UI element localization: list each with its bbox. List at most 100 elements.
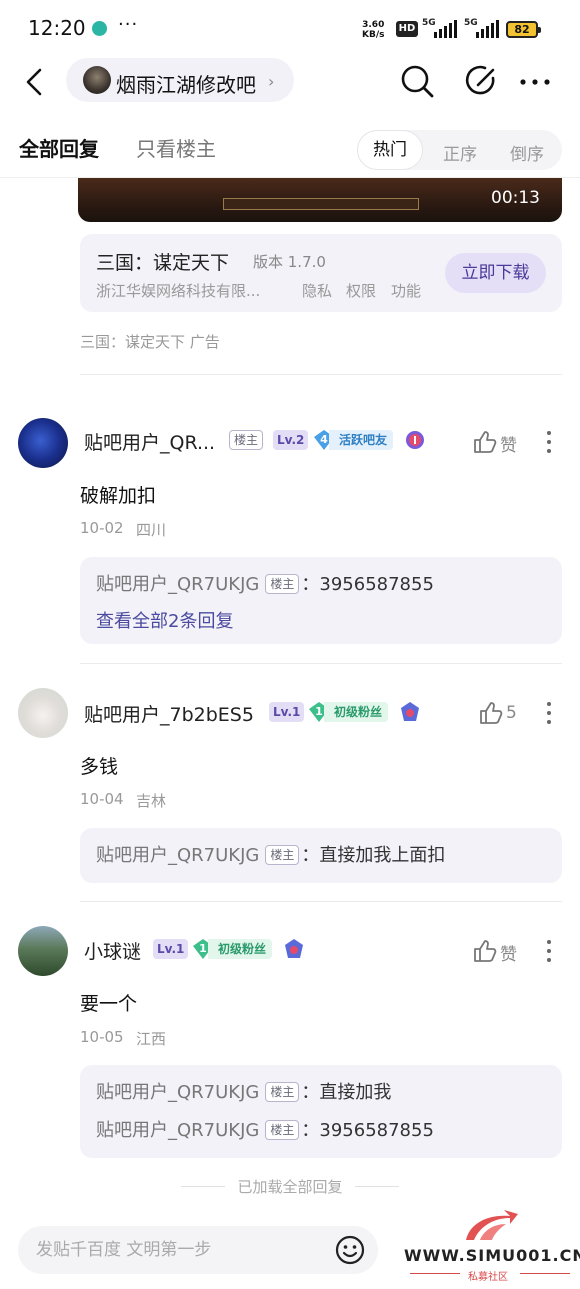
like-count[interactable]: 5 — [506, 703, 517, 723]
comment-date: 10-04 — [80, 790, 124, 808]
comment-username[interactable]: 贴吧用户_7b2bES5 — [84, 700, 254, 727]
top-nav: 烟雨江湖修改吧 › — [0, 58, 580, 108]
comment-more-icon[interactable] — [546, 431, 552, 453]
watermark-subtitle: 私募社区 — [468, 1272, 508, 1283]
comment-text: 多钱 — [80, 756, 119, 778]
reply-tabs: 全部回复 只看楼主 热门 正序 倒序 — [0, 120, 580, 178]
view-all-replies-link[interactable]: 查看全部2条回复 — [96, 607, 233, 633]
host-tag: 楼主 — [265, 1082, 300, 1102]
sort-descending[interactable]: 倒序 — [510, 140, 544, 165]
comment-more-icon[interactable] — [546, 940, 552, 962]
more-icon[interactable] — [516, 62, 554, 100]
reply-text: 3956587855 — [319, 1120, 434, 1141]
reply-input[interactable] — [36, 1238, 336, 1262]
medal-icon — [406, 431, 424, 449]
reply-text: 直接加我上面扣 — [319, 845, 446, 866]
reply-box[interactable]: 贴吧用户_QR7UKJG 楼主 ：直接加我 贴吧用户_QR7UKJG 楼主 ：39565… — [80, 1065, 562, 1158]
medal-icon — [285, 939, 303, 958]
ad-privacy-link[interactable]: 隐私 — [302, 280, 332, 301]
host-tag: 楼主 — [229, 430, 264, 450]
ad-video-duration: 00:13 — [491, 188, 540, 208]
reply-item: 贴吧用户_QR7UKJG 楼主 ：3956587855 — [96, 574, 434, 595]
ad-video-banner — [223, 198, 419, 210]
divider — [520, 1273, 570, 1274]
comment-more-icon[interactable] — [546, 702, 552, 724]
sort-toggle: 热门 正序 倒序 — [357, 130, 562, 170]
reply-username[interactable]: 贴吧用户_QR7UKJG — [96, 1120, 259, 1141]
emoji-icon[interactable] — [334, 1234, 366, 1266]
ad-permissions-link[interactable]: 权限 — [346, 280, 376, 301]
sim1-label: 5G — [422, 18, 436, 28]
medal-icon — [401, 702, 419, 721]
level-badge: Lv.1 — [269, 702, 305, 722]
network-speed-unit: KB/s — [362, 30, 385, 40]
comment-text: 破解加扣 — [80, 485, 157, 507]
reply-box[interactable]: 贴吧用户_QR7UKJG 楼主 ：直接加我上面扣 — [80, 828, 562, 883]
thumb-up-icon[interactable] — [478, 700, 504, 726]
status-bar: 12:20 ··· 3.60 KB/s HD 5G 5G 82 — [0, 0, 580, 58]
fan-title: 初级粉丝 — [208, 939, 273, 959]
watermark: WWW.SIMU001.CN 私募社区 — [402, 1208, 580, 1289]
avatar[interactable] — [18, 926, 68, 976]
reply-input-container[interactable] — [18, 1226, 378, 1274]
ad-video[interactable]: 00:13 — [78, 178, 562, 222]
comment-date: 10-02 — [80, 519, 124, 537]
thumb-up-icon[interactable] — [472, 938, 498, 964]
status-more: ··· — [118, 14, 139, 35]
comment-username[interactable]: 贴吧用户_QR... — [84, 428, 215, 455]
ad-app-title: 三国：谋定天下 — [96, 252, 230, 274]
divider — [80, 374, 562, 375]
sort-ascending[interactable]: 正序 — [443, 140, 477, 165]
sort-hot[interactable]: 热门 — [357, 130, 423, 170]
host-tag: 楼主 — [265, 574, 300, 594]
host-tag: 楼主 — [265, 845, 300, 865]
comment-location: 四川 — [136, 521, 167, 539]
network-speed-value: 3.60 — [362, 20, 385, 30]
watermark-logo — [466, 1210, 518, 1240]
back-arrow-icon[interactable] — [22, 64, 50, 100]
thumb-up-icon[interactable] — [472, 429, 498, 455]
avatar[interactable] — [18, 418, 68, 468]
level-badge: Lv.1 — [153, 939, 189, 959]
tab-all-replies[interactable]: 全部回复 — [19, 133, 99, 162]
chevron-right-icon: › — [268, 72, 275, 91]
reply-username[interactable]: 贴吧用户_QR7UKJG — [96, 574, 259, 595]
hd-icon: HD — [396, 21, 418, 37]
comment-date: 10-05 — [80, 1028, 124, 1046]
reply-text: 直接加我 — [319, 1082, 392, 1103]
fan-title: 活跃吧友 — [329, 430, 394, 450]
reply-username[interactable]: 贴吧用户_QR7UKJG — [96, 845, 259, 866]
comment-text: 要一个 — [80, 993, 138, 1015]
reply-text: 3956587855 — [319, 574, 434, 595]
signal-icon: 5G — [422, 18, 458, 38]
network-speed: 3.60 KB/s — [362, 20, 384, 40]
ad-app-company: 浙江华娱网络科技有限... — [96, 282, 261, 300]
sim2-label: 5G — [464, 18, 478, 28]
comment-location: 江西 — [136, 1030, 167, 1048]
notification-app-icon — [92, 21, 107, 36]
ad-app-card[interactable]: 三国：谋定天下 版本 1.7.0 浙江华娱网络科技有限... 隐私 权限 功能 … — [80, 234, 562, 312]
signal-icon-2: 5G — [464, 18, 500, 38]
forum-pill[interactable]: 烟雨江湖修改吧 › — [66, 58, 294, 102]
search-icon[interactable] — [398, 62, 436, 100]
fan-title: 初级粉丝 — [324, 702, 389, 722]
host-tag: 楼主 — [265, 1120, 300, 1140]
like-count[interactable]: 赞 — [500, 431, 517, 456]
ad-app-version: 版本 1.7.0 — [253, 253, 326, 271]
ad-download-button[interactable]: 立即下载 — [445, 253, 546, 293]
all-loaded-note: 已加载全部回复 — [0, 1176, 580, 1197]
edit-icon[interactable] — [463, 62, 501, 100]
tab-host-only[interactable]: 只看楼主 — [136, 133, 216, 162]
divider — [410, 1273, 460, 1274]
comment-username[interactable]: 小球谜 — [84, 937, 141, 964]
forum-avatar — [83, 66, 111, 94]
reply-username[interactable]: 贴吧用户_QR7UKJG — [96, 1082, 259, 1103]
battery-icon: 82 — [506, 21, 541, 38]
divider — [80, 663, 562, 664]
like-count[interactable]: 赞 — [500, 940, 517, 965]
avatar[interactable] — [18, 688, 68, 738]
ad-features-link[interactable]: 功能 — [391, 280, 421, 301]
reply-box[interactable]: 贴吧用户_QR7UKJG 楼主 ：3956587855 查看全部2条回复 — [80, 557, 562, 644]
forum-name: 烟雨江湖修改吧 — [116, 73, 256, 97]
ad-source-label: 三国：谋定天下 广告 — [80, 333, 220, 351]
